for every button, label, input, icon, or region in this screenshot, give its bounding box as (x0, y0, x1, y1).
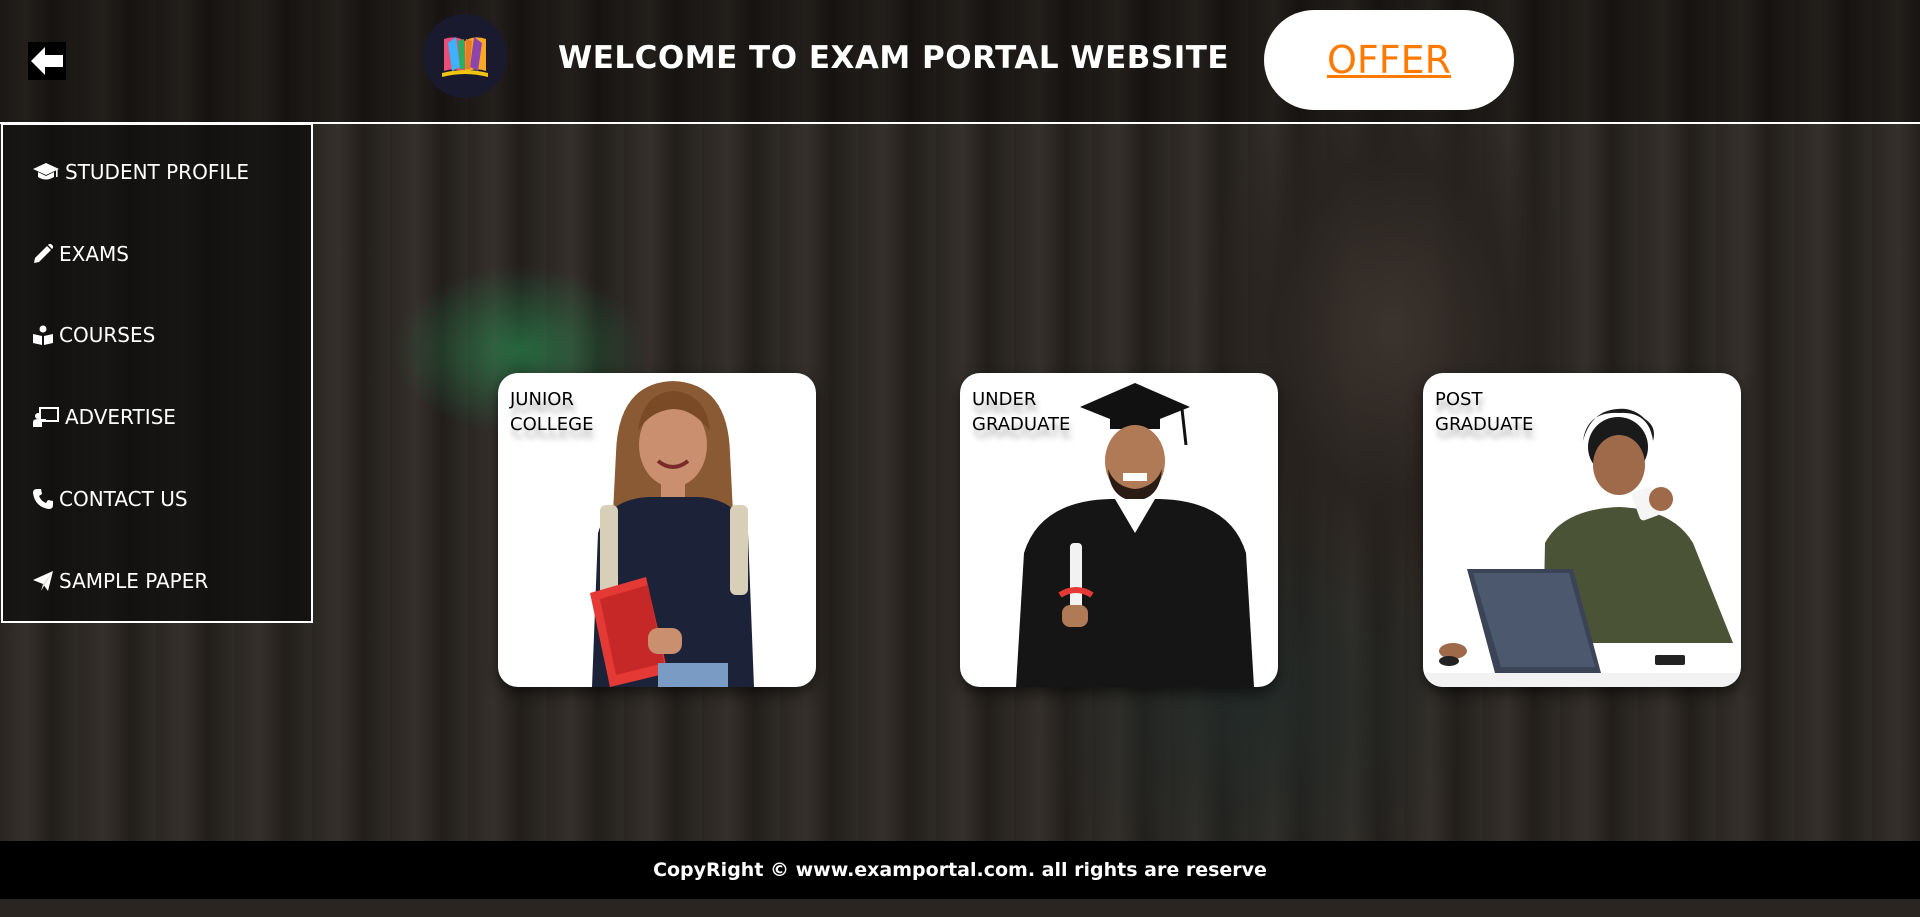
sidebar-item-contact-us[interactable]: CONTACT US (33, 482, 188, 516)
offer-button[interactable]: OFFER (1264, 10, 1514, 110)
back-button[interactable] (28, 42, 66, 80)
book-reader-icon (33, 325, 53, 345)
sidebar-item-label: STUDENT PROFILE (65, 160, 250, 184)
pencil-icon (34, 244, 53, 263)
footer-bar: CopyRight © www.examportal.com. all righ… (0, 841, 1920, 899)
card-title-line: JUNIOR (510, 389, 574, 410)
card-title-line: UNDER (972, 389, 1037, 410)
sidebar-item-label: SAMPLE PAPER (59, 569, 209, 593)
sidebar-item-label: COURSES (59, 323, 156, 347)
card-title-line: POST (1435, 389, 1483, 410)
card-title: POST GRADUATE (1435, 387, 1545, 437)
card-title: JUNIOR COLLEGE (510, 387, 620, 437)
sidebar-item-student-profile[interactable]: STUDENT PROFILE (33, 155, 249, 189)
sidebar-item-advertise[interactable]: ADVERTISE (33, 400, 176, 434)
site-logo[interactable] (423, 14, 507, 98)
sidebar-item-exams[interactable]: EXAMS (33, 237, 129, 271)
card-post-graduate[interactable]: POST GRADUATE (1423, 373, 1741, 687)
sidebar-item-sample-paper[interactable]: SAMPLE PAPER (33, 564, 208, 598)
paper-plane-icon (33, 571, 53, 591)
chalkboard-teacher-icon (33, 407, 59, 427)
sidebar-item-label: EXAMS (59, 242, 129, 266)
card-junior-college[interactable]: JUNIOR COLLEGE (498, 373, 816, 687)
sidebar-menu: STUDENT PROFILE EXAMS COURSES ADVERTISE … (1, 123, 313, 623)
page-bottom-strip (0, 899, 1920, 917)
card-title-line: COLLEGE (510, 414, 594, 435)
sidebar-item-label: CONTACT US (59, 487, 188, 511)
sidebar-item-courses[interactable]: COURSES (33, 318, 155, 352)
offer-label: OFFER (1326, 38, 1452, 82)
header-bar: WELCOME TO EXAM PORTAL WEBSITE OFFER (0, 0, 1920, 124)
copyright-text: CopyRight © www.examportal.com. all righ… (653, 859, 1267, 881)
arrow-left-icon (31, 47, 63, 75)
books-logo-icon (442, 37, 488, 77)
card-title-line: GRADUATE (1435, 414, 1534, 435)
page-title: WELCOME TO EXAM PORTAL WEBSITE (558, 40, 1230, 76)
card-title-line: GRADUATE (972, 414, 1071, 435)
graduation-cap-icon (33, 163, 59, 180)
card-under-graduate[interactable]: UNDER GRADUATE (960, 373, 1278, 687)
card-title: UNDER GRADUATE (972, 387, 1082, 437)
phone-icon (33, 489, 53, 509)
sidebar-item-label: ADVERTISE (65, 405, 176, 429)
